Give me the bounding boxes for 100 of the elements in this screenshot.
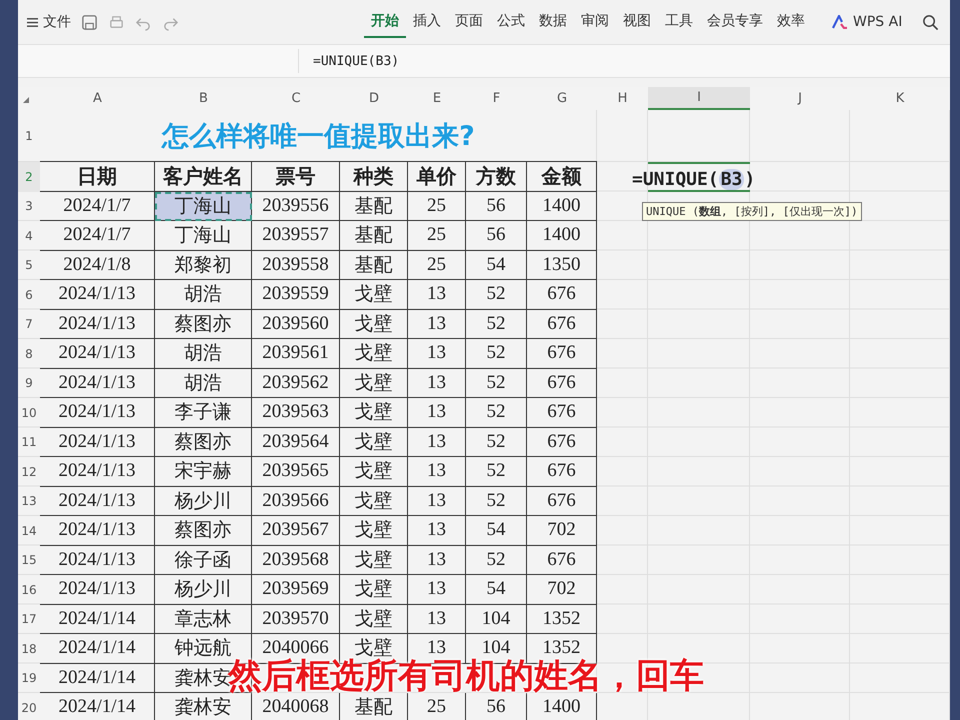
function-tooltip: UNIQUE (数组, [按列], [仅出现一次])	[642, 202, 862, 221]
file-menu[interactable]: 文件	[26, 13, 71, 31]
column-header[interactable]: D	[340, 87, 408, 110]
table-cell: 李子谦	[155, 398, 252, 428]
ribbon-tab[interactable]: 公式	[490, 6, 532, 38]
table-cell: 2024/1/13	[40, 575, 155, 604]
ribbon-tab[interactable]: 页面	[448, 6, 490, 38]
column-header[interactable]: G	[527, 87, 597, 110]
table-cell: 蔡图亦	[155, 516, 252, 546]
row-header[interactable]: 20	[18, 693, 40, 720]
ribbon-tab[interactable]: 效率	[770, 6, 812, 38]
table-cell: 2039563	[252, 398, 340, 428]
row-header[interactable]: 13	[18, 486, 40, 516]
table-cell: 2024/1/13	[40, 398, 155, 428]
ai-logo-icon	[832, 15, 848, 29]
table-cell: 56	[466, 221, 527, 250]
row-header[interactable]: 5	[18, 250, 40, 280]
row-header[interactable]: 6	[18, 280, 40, 310]
table-cell: 基配	[340, 693, 408, 720]
ribbon-tab[interactable]: 工具	[658, 6, 700, 38]
ribbon-tab[interactable]: 插入	[406, 6, 448, 38]
table-cell: 25	[408, 221, 466, 250]
row-header[interactable]: 16	[18, 575, 40, 604]
save-icon[interactable]	[81, 14, 98, 30]
table-cell: 2024/1/14	[40, 604, 155, 634]
table-cell: 胡浩	[155, 280, 252, 310]
row-header[interactable]: 18	[18, 634, 40, 664]
table-cell: 2039567	[252, 516, 340, 546]
column-header[interactable]: A	[40, 87, 155, 110]
table-cell: 郑黎初	[155, 250, 252, 280]
table-cell: 基配	[340, 250, 408, 280]
row-header[interactable]: 2	[18, 162, 40, 192]
table-cell: 2039569	[252, 575, 340, 604]
table-cell: 54	[466, 516, 527, 546]
row-header[interactable]: 3	[18, 192, 40, 221]
table-cell: 13	[408, 516, 466, 546]
table-cell: 676	[527, 398, 597, 428]
column-header[interactable]: C	[252, 87, 340, 110]
column-header[interactable]: I	[648, 87, 750, 110]
column-header[interactable]: H	[597, 87, 648, 110]
row-header[interactable]: 15	[18, 546, 40, 575]
table-cell: 1400	[527, 221, 597, 250]
row-header[interactable]: 11	[18, 428, 40, 457]
search-icon[interactable]	[922, 14, 940, 30]
row-header[interactable]: 7	[18, 310, 40, 339]
table-cell: 2024/1/13	[40, 546, 155, 575]
ribbon-tab[interactable]: 数据	[532, 6, 574, 38]
table-cell: 54	[466, 250, 527, 280]
ai-button[interactable]: WPS AI	[832, 14, 902, 30]
table-cell: 戈壁	[340, 428, 408, 457]
table-cell: 2024/1/13	[40, 428, 155, 457]
cell-formula[interactable]: =UNIQUE(B3)	[632, 169, 756, 190]
row-header[interactable]: 8	[18, 339, 40, 368]
row-header[interactable]: 4	[18, 221, 40, 250]
table-cell: 2024/1/13	[40, 516, 155, 546]
row-header[interactable]: 1	[18, 110, 40, 162]
table-cell: 宋宇赫	[155, 457, 252, 486]
ribbon-tab[interactable]: 视图	[616, 6, 658, 38]
table-cell: 52	[466, 428, 527, 457]
menu-icon	[26, 16, 39, 28]
table-cell: 676	[527, 310, 597, 339]
table-cell: 52	[466, 339, 527, 368]
table-cell: 2024/1/13	[40, 457, 155, 486]
column-header[interactable]: K	[850, 87, 950, 110]
table-cell: 2040068	[252, 693, 340, 720]
table-cell: 1400	[527, 693, 597, 720]
table-cell: 蔡图亦	[155, 310, 252, 339]
row-header[interactable]: 9	[18, 368, 40, 398]
table-cell: 2039557	[252, 221, 340, 250]
ribbon-tab[interactable]: 审阅	[574, 6, 616, 38]
row-header[interactable]: 10	[18, 398, 40, 428]
row-header[interactable]: 14	[18, 516, 40, 546]
table-cell: 25	[408, 250, 466, 280]
printer-icon[interactable]	[108, 14, 125, 30]
table-cell: 13	[408, 398, 466, 428]
table-cell: 702	[527, 575, 597, 604]
table-cell: 2039565	[252, 457, 340, 486]
column-header[interactable]: F	[466, 87, 527, 110]
table-cell: 2039558	[252, 250, 340, 280]
table-cell: 龚林安	[155, 693, 252, 720]
row-header[interactable]: 12	[18, 457, 40, 486]
table-cell: 戈壁	[340, 486, 408, 516]
table-cell: 章志林	[155, 604, 252, 634]
column-header[interactable]: J	[750, 87, 850, 110]
ribbon-tab[interactable]: 会员专享	[700, 6, 770, 38]
column-header[interactable]: B	[155, 87, 252, 110]
table-cell: 52	[466, 368, 527, 398]
row-header[interactable]: 19	[18, 664, 40, 693]
table-cell: 戈壁	[340, 310, 408, 339]
column-heading: 金额	[527, 162, 597, 192]
column-header[interactable]: E	[408, 87, 466, 110]
table-cell: 702	[527, 516, 597, 546]
table-cell: 2039566	[252, 486, 340, 516]
table-cell: 徐子函	[155, 546, 252, 575]
table-cell: 1352	[527, 604, 597, 634]
row-header[interactable]: 17	[18, 604, 40, 634]
formula-field[interactable]: =UNIQUE(B3)	[313, 54, 400, 68]
table-cell: 基配	[340, 192, 408, 221]
ribbon-tab[interactable]: 开始	[364, 6, 406, 38]
select-all-icon[interactable]	[22, 96, 30, 104]
